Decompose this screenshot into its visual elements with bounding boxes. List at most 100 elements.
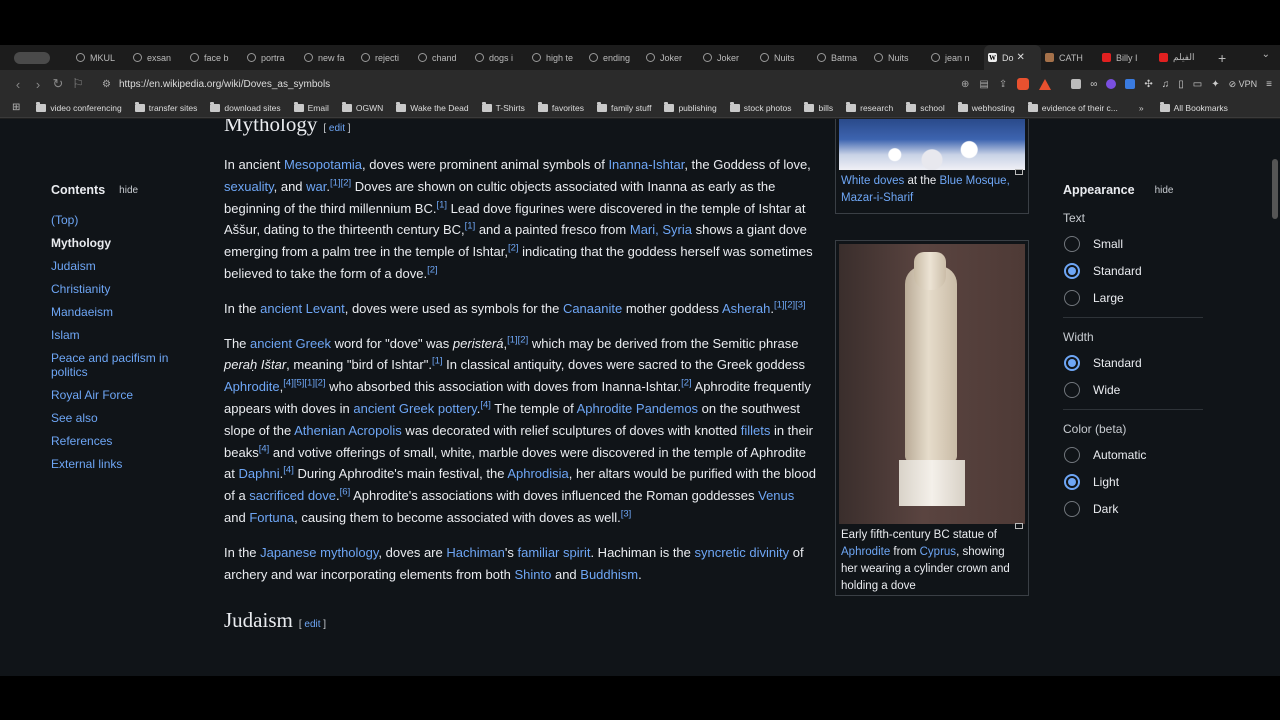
extension-glasses-icon[interactable]: ∞ <box>1090 79 1097 90</box>
browser-tab[interactable]: W Do ✕ <box>984 45 1041 70</box>
browser-tab[interactable]: Nuits <box>756 45 813 70</box>
bookmark-folder[interactable]: OGWN <box>341 101 383 113</box>
leo-icon[interactable]: ✦ <box>1211 79 1219 90</box>
browser-tab[interactable]: Joker <box>642 45 699 70</box>
browser-tab[interactable]: Joker <box>699 45 756 70</box>
link[interactable]: Asherah <box>722 301 770 316</box>
link[interactable]: war <box>306 179 326 194</box>
radio-option[interactable]: Small <box>1063 236 1203 252</box>
radio-option[interactable]: Automatic <box>1063 447 1203 463</box>
radio-button[interactable] <box>1064 382 1080 398</box>
scrollbar-thumb[interactable] <box>1272 159 1278 219</box>
browser-tab[interactable]: ending <box>585 45 642 70</box>
citation[interactable]: [1][2] <box>507 334 528 345</box>
toc-item[interactable]: See also <box>51 411 201 425</box>
bookmarks-overflow-icon[interactable]: » <box>1139 103 1144 113</box>
citation[interactable]: [2] <box>681 378 692 389</box>
radio-button[interactable] <box>1064 355 1080 371</box>
sidebar-icon[interactable]: ▯ <box>1178 79 1184 90</box>
bookmark-folder[interactable]: Email <box>293 101 329 113</box>
browser-tab[interactable]: high te <box>528 45 585 70</box>
radio-option[interactable]: Large <box>1063 290 1203 306</box>
browser-tab[interactable]: MKUL <box>72 45 129 70</box>
enlarge-icon[interactable] <box>1015 523 1023 529</box>
link[interactable]: Daphni <box>238 466 279 481</box>
link[interactable]: Japanese mythology <box>260 545 378 560</box>
link[interactable]: Mesopotamia <box>284 157 362 172</box>
all-bookmarks-folder[interactable]: All Bookmarks <box>1159 101 1228 113</box>
edit-link[interactable]: edit <box>329 123 345 134</box>
wallet-icon[interactable]: ▭ <box>1193 79 1202 90</box>
citation[interactable]: [6] <box>340 487 351 498</box>
extension-icon[interactable] <box>1071 79 1082 89</box>
toc-item[interactable]: Christianity <box>51 282 201 296</box>
reload-icon[interactable]: ↻ <box>48 76 68 92</box>
radio-button[interactable] <box>1064 263 1080 279</box>
bookmark-folder[interactable]: video conferencing <box>36 101 122 113</box>
bookmark-folder[interactable]: evidence of their c... <box>1027 101 1118 113</box>
link[interactable]: Hachiman <box>446 545 505 560</box>
bookmark-folder[interactable]: download sites <box>210 101 281 113</box>
edit-link[interactable]: edit <box>304 619 320 630</box>
link[interactable]: Aphrodite <box>224 379 280 394</box>
address-bar[interactable]: ⚙ https://en.wikipedia.org/wiki/Doves_as… <box>96 74 961 94</box>
browser-tab[interactable]: chand <box>414 45 471 70</box>
bookmark-folder[interactable]: transfer sites <box>134 101 197 113</box>
bookmark-folder[interactable]: bills <box>804 101 833 113</box>
bookmark-folder[interactable]: Wake the Dead <box>396 101 469 113</box>
link[interactable]: ancient Greek <box>250 336 331 351</box>
apps-grid-icon[interactable]: ⊞ <box>12 102 20 113</box>
browser-tab[interactable]: Batma <box>813 45 870 70</box>
toc-item[interactable]: Mandaeism <box>51 305 201 319</box>
citation[interactable]: [1][2] <box>330 177 351 188</box>
browser-tab[interactable]: CATH <box>1041 45 1098 70</box>
toc-item[interactable]: Judaism <box>51 259 201 273</box>
bookmark-folder[interactable]: T-Shirts <box>481 101 525 113</box>
aphrodite-statue-image[interactable] <box>839 244 1025 524</box>
toc-item[interactable]: Royal Air Force <box>51 388 201 402</box>
browser-tab[interactable]: rejecti <box>357 45 414 70</box>
citation[interactable]: [2] <box>427 265 438 276</box>
extensions-puzzle-icon[interactable]: ✣ <box>1144 79 1152 90</box>
toc-item[interactable]: References <box>51 434 201 448</box>
toc-item[interactable]: Peace and pacifism in politics <box>51 351 201 379</box>
back-icon[interactable]: ‹ <box>8 77 28 92</box>
link[interactable]: Canaanite <box>563 301 622 316</box>
zoom-icon[interactable]: ⊕ <box>961 79 969 90</box>
bookmark-icon[interactable]: ⚐ <box>68 76 88 92</box>
citation[interactable]: [4][5][1][2] <box>283 378 325 389</box>
browser-tab[interactable]: face b <box>186 45 243 70</box>
citation[interactable]: [2] <box>508 243 519 254</box>
toc-hide-button[interactable]: hide <box>119 185 138 196</box>
vpn-button[interactable]: ⊘ VPN <box>1229 79 1258 90</box>
citation[interactable]: [1] <box>432 356 443 367</box>
toc-item[interactable]: (Top) <box>51 213 201 227</box>
appearance-hide-button[interactable]: hide <box>1155 185 1174 196</box>
toc-item[interactable]: Islam <box>51 328 201 342</box>
radio-option[interactable]: Standard <box>1063 355 1203 371</box>
bookmark-folder[interactable]: stock photos <box>729 101 791 113</box>
radio-button[interactable] <box>1064 474 1080 490</box>
radio-option[interactable]: Light <box>1063 474 1203 490</box>
link[interactable]: Buddhism <box>580 567 638 582</box>
caption-link[interactable]: Cyprus <box>920 546 956 558</box>
forward-icon[interactable]: › <box>28 77 48 92</box>
link[interactable]: Mari, Syria <box>630 222 692 237</box>
url-text[interactable]: https://en.wikipedia.org/wiki/Doves_as_s… <box>119 79 330 90</box>
browser-tab[interactable]: portra <box>243 45 300 70</box>
radio-option[interactable]: Dark <box>1063 501 1203 517</box>
citation[interactable]: [1] <box>465 221 476 232</box>
link[interactable]: Shinto <box>514 567 551 582</box>
tab-group-pill[interactable] <box>14 51 50 64</box>
link[interactable]: Aphrodite Pandemos <box>577 401 698 416</box>
white-doves-image[interactable] <box>839 119 1025 170</box>
media-icon[interactable]: ♫ <box>1162 79 1170 90</box>
browser-tab[interactable]: Nuits <box>870 45 927 70</box>
bookmark-folder[interactable]: publishing <box>664 101 717 113</box>
link[interactable]: Venus <box>758 488 794 503</box>
share-icon[interactable]: ⇪ <box>999 79 1007 90</box>
close-tab-icon[interactable]: ✕ <box>1017 52 1025 63</box>
toc-item[interactable]: Mythology <box>51 236 201 250</box>
menu-icon[interactable]: ≡ <box>1266 79 1272 90</box>
bookmark-folder[interactable]: family stuff <box>596 101 651 113</box>
